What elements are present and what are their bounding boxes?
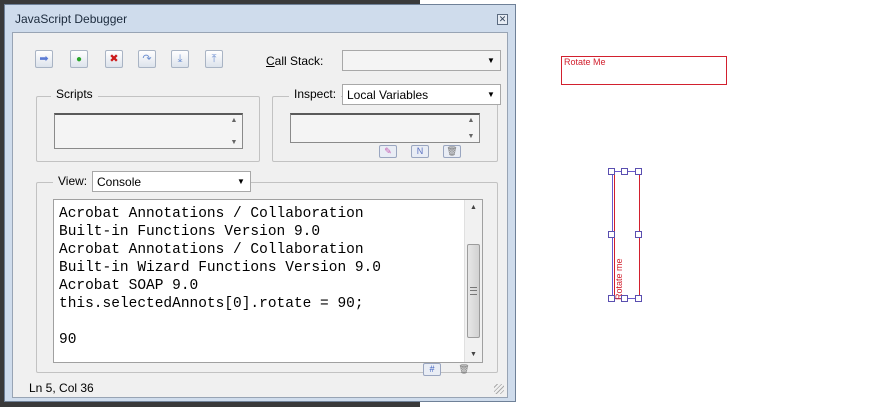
scroll-up-icon[interactable]: ▲ <box>227 117 241 124</box>
inspect-value: Local Variables <box>347 88 429 102</box>
selection-handle[interactable] <box>608 295 615 302</box>
pencil-icon: ✎ <box>384 146 392 156</box>
chevron-down-icon: ▼ <box>237 177 245 186</box>
console-text[interactable]: Acrobat Annotations / Collaboration Buil… <box>59 205 381 349</box>
console-scroll-thumb[interactable] <box>467 244 480 338</box>
resize-grip-icon[interactable] <box>494 384 504 394</box>
annotation-text: Rotate Me <box>564 57 606 67</box>
delete-watch-button[interactable]: 🗑 <box>443 145 461 158</box>
step-over-icon: ↷ <box>142 52 152 65</box>
inspect-list[interactable]: ▲ ▼ <box>290 113 480 143</box>
watch-icon: N <box>416 146 424 156</box>
scroll-down-icon[interactable]: ▼ <box>465 347 482 362</box>
chevron-down-icon: ▼ <box>487 56 495 65</box>
trash-icon: 🗑 <box>458 364 470 374</box>
step-out-icon: ⤒ <box>211 52 217 65</box>
new-watch-button[interactable]: N <box>411 145 429 158</box>
selection-handle[interactable] <box>621 168 628 175</box>
delete-console-button[interactable]: 🗑 <box>455 363 473 376</box>
step-into-icon: ⤓ <box>177 52 183 65</box>
selection-handle[interactable] <box>621 295 628 302</box>
selection-handle[interactable] <box>635 295 642 302</box>
debugger-client-area: ➡ ● ✖ ↷ ⤓ ⤒ Call Stack: ▼ Scripts ▲ ▼ In… <box>12 32 508 398</box>
view-label: View: <box>53 174 93 188</box>
stop-button[interactable]: ✖ <box>105 50 123 68</box>
view-value: Console <box>97 175 142 189</box>
selection-handle[interactable] <box>635 231 642 238</box>
green-dot-icon: ● <box>75 53 83 65</box>
console-scrollbar[interactable]: ▲ ▼ <box>464 200 482 362</box>
scripts-group-title: Scripts <box>51 87 98 101</box>
step-over-button[interactable]: ↷ <box>138 50 156 68</box>
console-output[interactable]: Acrobat Annotations / Collaboration Buil… <box>53 199 483 363</box>
status-bar: Ln 5, Col 36 <box>13 379 507 397</box>
title-bar[interactable]: JavaScript Debugger ✕ <box>5 5 515 33</box>
red-x-icon: ✖ <box>109 52 119 65</box>
step-into-button[interactable]: ⤓ <box>171 50 189 68</box>
resume-button[interactable]: ➡ <box>35 50 53 68</box>
clear-console-button[interactable]: # <box>423 363 441 376</box>
arrow-right-icon: ➡ <box>39 52 49 65</box>
scroll-up-icon[interactable]: ▲ <box>464 117 478 124</box>
trash-icon: 🗑 <box>446 146 458 156</box>
scripts-list[interactable]: ▲ ▼ <box>54 113 243 149</box>
rotated-annotation-text: Rotate me <box>614 258 624 300</box>
cursor-position: Ln 5, Col 36 <box>29 381 94 395</box>
inspect-dropdown[interactable]: Local Variables ▼ <box>342 84 501 105</box>
view-dropdown[interactable]: Console ▼ <box>92 171 251 192</box>
call-stack-dropdown[interactable]: ▼ <box>342 50 501 71</box>
scripts-list-scrollbar[interactable]: ▲ ▼ <box>227 116 241 147</box>
step-button[interactable]: ● <box>70 50 88 68</box>
scroll-down-icon[interactable]: ▼ <box>464 133 478 140</box>
call-stack-label: Call Stack: <box>266 54 324 68</box>
chevron-down-icon: ▼ <box>487 90 495 99</box>
selection-handle[interactable] <box>608 231 615 238</box>
selection-handle[interactable] <box>635 168 642 175</box>
selection-handle[interactable] <box>608 168 615 175</box>
inspect-list-scrollbar[interactable]: ▲ ▼ <box>464 116 478 141</box>
scroll-down-icon[interactable]: ▼ <box>227 139 241 146</box>
rotate-me-annotation[interactable]: Rotate Me <box>561 56 727 85</box>
edit-variable-button[interactable]: ✎ <box>379 145 397 158</box>
hash-icon: # <box>429 364 435 374</box>
step-out-button[interactable]: ⤒ <box>205 50 223 68</box>
inspect-label: Inspect: <box>289 87 342 101</box>
window-title: JavaScript Debugger <box>15 12 128 26</box>
close-icon[interactable]: ✕ <box>497 14 508 25</box>
scroll-up-icon[interactable]: ▲ <box>465 200 482 215</box>
javascript-debugger-window: JavaScript Debugger ✕ ➡ ● ✖ ↷ ⤓ ⤒ Call S… <box>4 4 516 402</box>
